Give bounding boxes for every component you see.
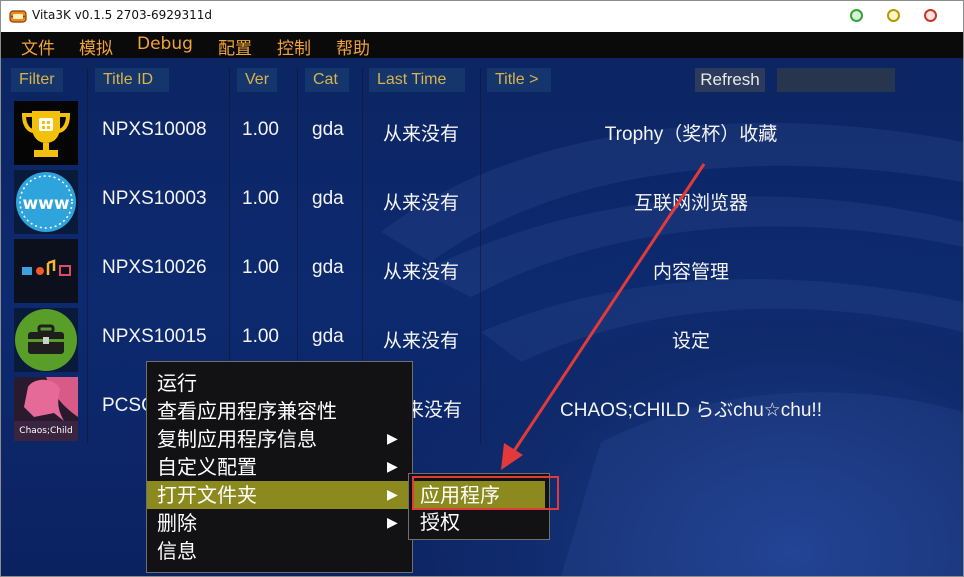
menu-config[interactable]: 配置 xyxy=(218,34,252,59)
game-row[interactable]: NPXS10026 1.00 gda 从来没有 内容管理 xyxy=(1,237,963,305)
title-id-cell: NPXS10026 xyxy=(102,257,207,278)
trophy-icon xyxy=(14,101,78,165)
menu-item-copy-app-info[interactable]: 复制应用程序信息 ▶ xyxy=(147,425,412,453)
submenu-arrow-icon: ▶ xyxy=(387,459,398,475)
game-row[interactable]: NPXS10008 1.00 gda 从来没有 Trophy（奖杯）收藏 xyxy=(1,99,963,167)
menu-item-label: 复制应用程序信息 xyxy=(157,427,317,451)
menu-item-open-folder[interactable]: 打开文件夹 ▶ xyxy=(147,481,412,509)
column-title[interactable]: Title > xyxy=(487,68,551,92)
column-last-time[interactable]: Last Time xyxy=(369,68,465,92)
version-cell: 1.00 xyxy=(242,119,279,140)
menu-item-custom-config[interactable]: 自定义配置 ▶ xyxy=(147,453,412,481)
context-menu: 运行 查看应用程序兼容性 复制应用程序信息 ▶ 自定义配置 ▶ 打开文件夹 ▶ 删除 ▶… xyxy=(146,361,413,573)
menu-help[interactable]: 帮助 xyxy=(336,34,370,59)
title-bar: Vita3K v0.1.5 2703-6929311d xyxy=(1,1,963,32)
refresh-button[interactable]: Refresh xyxy=(695,68,765,92)
menu-item-label: 信息 xyxy=(157,539,197,563)
search-input[interactable] xyxy=(777,68,895,92)
menu-item-delete[interactable]: 删除 ▶ xyxy=(147,509,412,537)
column-cat[interactable]: Cat xyxy=(305,68,349,92)
title-id-cell: NPXS10003 xyxy=(102,188,207,209)
menu-controls[interactable]: 控制 xyxy=(277,34,311,59)
title-id-cell: NPXS10008 xyxy=(102,119,207,140)
menu-item-run[interactable]: 运行 xyxy=(147,369,412,397)
menu-item-label: 自定义配置 xyxy=(157,455,257,479)
browser-icon: www xyxy=(14,170,78,234)
menu-emulation[interactable]: 模拟 xyxy=(79,34,113,59)
menu-bar: 文件 模拟 Debug 配置 控制 帮助 xyxy=(1,32,963,59)
category-cell: gda xyxy=(312,119,344,140)
last-time-cell: 来没有 xyxy=(405,400,463,421)
last-time-cell: 从来没有 xyxy=(383,124,460,145)
game-list-area: 文件 模拟 Debug 配置 控制 帮助 Filter Title ID Ver… xyxy=(1,32,963,576)
title-cell: 设定 xyxy=(671,331,710,352)
category-cell: gda xyxy=(312,326,344,347)
svg-text:www: www xyxy=(22,194,69,214)
vita3k-logo-icon xyxy=(9,10,27,23)
last-time-cell: 从来没有 xyxy=(383,193,460,214)
title-cell: CHAOS;CHILD らぶchu☆chu!! xyxy=(560,400,822,421)
minimize-button[interactable] xyxy=(887,9,900,22)
last-time-cell: 从来没有 xyxy=(383,331,460,352)
submenu-arrow-icon: ▶ xyxy=(387,487,398,503)
title-id-cell: NPXS10015 xyxy=(102,326,207,347)
title-cell: Trophy（奖杯）收藏 xyxy=(604,124,778,145)
menu-debug[interactable]: Debug xyxy=(137,34,193,54)
submenu-item-license[interactable]: 授权 xyxy=(409,508,460,536)
filter-button[interactable]: Filter xyxy=(11,68,63,92)
version-cell: 1.00 xyxy=(242,326,279,347)
app-window: Vita3K v0.1.5 2703-6929311d 文件 模拟 Debug … xyxy=(0,0,964,577)
close-button[interactable] xyxy=(924,9,937,22)
content-manager-icon xyxy=(14,239,78,303)
menu-item-label: 运行 xyxy=(157,371,197,395)
maximize-button[interactable] xyxy=(850,9,863,22)
settings-toolbox-icon xyxy=(14,308,78,372)
annotation-highlight-box xyxy=(412,476,559,510)
last-time-cell: 从来没有 xyxy=(383,262,460,283)
game-cover-icon: Chaos;Child xyxy=(14,377,78,441)
submenu-arrow-icon: ▶ xyxy=(387,431,398,447)
version-cell: 1.00 xyxy=(242,188,279,209)
column-title-id[interactable]: Title ID xyxy=(95,68,169,92)
menu-item-label: 删除 xyxy=(157,511,197,535)
category-cell: gda xyxy=(312,188,344,209)
svg-text:Chaos;Child: Chaos;Child xyxy=(19,426,72,436)
title-cell: 内容管理 xyxy=(652,262,729,283)
game-row[interactable]: www NPXS10003 1.00 gda 从来没有 互联网浏览器 xyxy=(1,168,963,236)
menu-item-label: 查看应用程序兼容性 xyxy=(157,399,337,423)
window-title: Vita3K v0.1.5 2703-6929311d xyxy=(32,8,213,22)
column-ver[interactable]: Ver xyxy=(237,68,277,92)
menu-item-check-compatibility[interactable]: 查看应用程序兼容性 xyxy=(147,397,412,425)
version-cell: 1.00 xyxy=(242,257,279,278)
menu-item-label: 打开文件夹 xyxy=(157,483,257,507)
title-cell: 互联网浏览器 xyxy=(633,193,748,214)
submenu-arrow-icon: ▶ xyxy=(387,515,398,531)
menu-item-info[interactable]: 信息 xyxy=(147,537,412,565)
category-cell: gda xyxy=(312,257,344,278)
menu-file[interactable]: 文件 xyxy=(21,34,55,59)
